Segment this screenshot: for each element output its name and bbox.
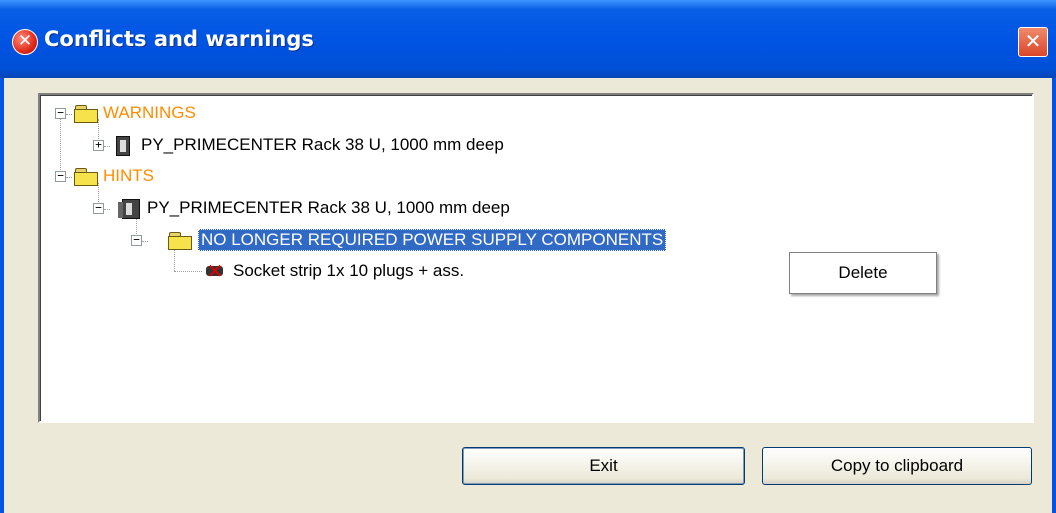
- tree-line: [60, 119, 61, 172]
- window-frame-left: [0, 78, 4, 513]
- folder-open-icon: [168, 232, 192, 250]
- folder-open-icon: [74, 105, 98, 123]
- error-icon: ✕: [12, 29, 38, 55]
- tree-line: [104, 146, 110, 147]
- collapse-icon[interactable]: −: [55, 170, 66, 182]
- rack-multi-icon: [118, 199, 140, 219]
- context-menu-item-delete[interactable]: Delete: [790, 253, 936, 293]
- expand-icon[interactable]: +: [93, 139, 104, 151]
- tree-line: [142, 241, 148, 242]
- conflicts-dialog: ✕ Conflicts and warnings ✕ − WARNINGS + …: [0, 0, 1056, 513]
- tree-node-label: PY_PRIMECENTER Rack 38 U, 1000 mm deep: [147, 198, 510, 217]
- close-button[interactable]: ✕: [1018, 27, 1048, 57]
- window-frame-right: [1052, 78, 1056, 513]
- tree-line: [104, 209, 110, 210]
- collapse-icon[interactable]: −: [93, 202, 104, 214]
- tree-line: [66, 114, 72, 115]
- collapse-icon[interactable]: −: [131, 234, 142, 246]
- rack-icon: [116, 136, 130, 156]
- socket-strip-removed-icon: ✕: [206, 259, 224, 283]
- tree-node-label: WARNINGS: [103, 103, 196, 122]
- close-icon: ✕: [1024, 29, 1042, 53]
- window-title: Conflicts and warnings: [44, 27, 314, 51]
- context-menu: Delete: [789, 252, 937, 294]
- folder-open-icon: [74, 168, 98, 186]
- tree-line: [174, 247, 175, 271]
- tree-node-label-selected: NO LONGER REQUIRED POWER SUPPLY COMPONEN…: [198, 229, 667, 251]
- tree-node-label: HINTS: [103, 166, 154, 185]
- tree-line: [66, 177, 72, 178]
- tree-line: [174, 271, 202, 272]
- collapse-icon[interactable]: −: [55, 107, 66, 119]
- tree-node-label: Socket strip 1x 10 plugs + ass.: [233, 261, 465, 280]
- title-bar[interactable]: ✕ Conflicts and warnings ✕: [0, 0, 1056, 78]
- tree-node-label: PY_PRIMECENTER Rack 38 U, 1000 mm deep: [141, 135, 504, 154]
- copy-to-clipboard-button[interactable]: Copy to clipboard: [762, 447, 1032, 485]
- exit-button[interactable]: Exit: [462, 447, 745, 485]
